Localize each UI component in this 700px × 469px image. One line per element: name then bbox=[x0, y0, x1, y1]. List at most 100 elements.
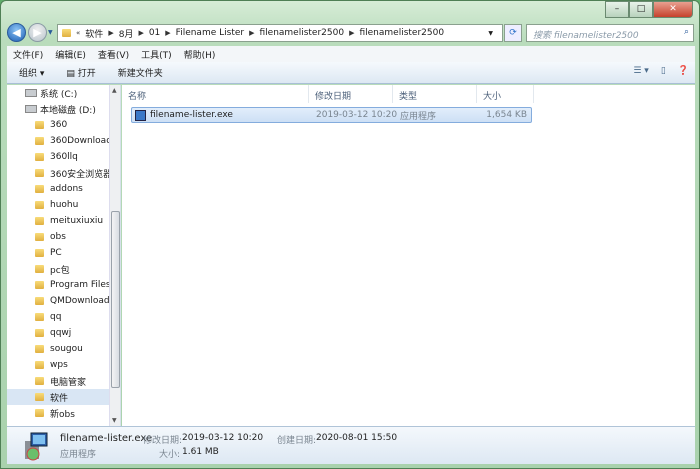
sidebar-folder[interactable]: Program Files bbox=[7, 277, 109, 293]
nav-scrollbar[interactable]: ▲ ▼ bbox=[109, 85, 120, 426]
sidebar-folder[interactable]: 360 bbox=[7, 117, 109, 133]
sidebar-folder[interactable]: qq bbox=[7, 309, 109, 325]
folder-icon bbox=[35, 201, 44, 209]
file-list: 名称 修改日期 类型 大小 filename-lister.exe 2019-0… bbox=[122, 85, 695, 426]
forward-button[interactable]: ▶ bbox=[28, 23, 47, 42]
preview-pane-icon[interactable]: ▯ bbox=[661, 66, 666, 76]
status-modified-label: 修改日期: bbox=[143, 436, 183, 446]
folder-icon bbox=[35, 137, 44, 145]
status-modified: 2019-03-12 10:20 bbox=[182, 433, 264, 443]
drive-icon bbox=[25, 89, 37, 97]
refresh-button[interactable]: ⟳ bbox=[504, 24, 522, 42]
folder-icon bbox=[35, 297, 44, 305]
organize-button[interactable]: 组织 ▾ bbox=[19, 66, 44, 79]
menu-bar: 文件(F) 编辑(E) 查看(V) 工具(T) 帮助(H) bbox=[7, 46, 695, 62]
sidebar-folder[interactable]: wps bbox=[7, 357, 109, 373]
menu-edit[interactable]: 编辑(E) bbox=[55, 48, 86, 61]
sidebar-folder[interactable]: 360llq bbox=[7, 149, 109, 165]
status-file-name: filename-lister.exe bbox=[60, 433, 153, 444]
explorer-window: – □ ✕ ◀ ▶ ▼ « 软件 ▶ 8月 ▶ 01 ▶ Filename Liste… bbox=[0, 0, 700, 469]
search-input[interactable]: 搜索 filenamelister2500 ⌕ bbox=[526, 24, 694, 42]
column-size[interactable]: 大小 bbox=[477, 85, 534, 103]
new-folder-button[interactable]: 新建文件夹 bbox=[118, 66, 163, 79]
sidebar-folder[interactable]: meituxiuxiu bbox=[7, 213, 109, 229]
folder-icon bbox=[35, 265, 44, 273]
help-icon[interactable]: ❓ bbox=[678, 66, 689, 76]
navigation-pane: 系统 (C:) 本地磁盘 (D:) 360360Downloads360llq3… bbox=[7, 85, 121, 426]
menu-file[interactable]: 文件(F) bbox=[13, 48, 43, 61]
sidebar-folder[interactable]: PC bbox=[7, 245, 109, 261]
breadcrumb-4[interactable]: filenamelister2500 bbox=[259, 28, 344, 38]
sidebar-folder[interactable]: 软件 bbox=[7, 389, 109, 405]
folder-icon bbox=[35, 409, 44, 417]
column-type[interactable]: 类型 bbox=[393, 85, 477, 103]
sidebar-folder[interactable]: qqwj bbox=[7, 325, 109, 341]
breadcrumb-5[interactable]: filenamelister2500 bbox=[359, 28, 444, 38]
status-created-label: 创建日期: bbox=[277, 436, 317, 446]
installer-icon bbox=[25, 432, 48, 461]
file-row[interactable]: filename-lister.exe 2019-03-12 10:20 应用程… bbox=[131, 107, 532, 123]
sidebar-folder[interactable]: 电脑管家 bbox=[7, 373, 109, 389]
menu-tools[interactable]: 工具(T) bbox=[141, 48, 172, 61]
folder-icon bbox=[35, 281, 44, 289]
folder-icon bbox=[35, 169, 44, 177]
open-icon: ▤ bbox=[66, 69, 78, 79]
sidebar-folder[interactable]: 360安全浏览器 bbox=[7, 165, 109, 181]
drive-icon bbox=[25, 105, 37, 113]
breadcrumb-3[interactable]: Filename Lister bbox=[176, 28, 244, 38]
details-pane: filename-lister.exe 修改日期: 2019-03-12 10:… bbox=[7, 426, 695, 464]
maximize-button[interactable]: □ bbox=[629, 1, 653, 18]
folder-icon bbox=[62, 29, 71, 37]
sidebar-folder[interactable]: pc包 bbox=[7, 261, 109, 277]
menu-help[interactable]: 帮助(H) bbox=[184, 48, 216, 61]
status-created: 2020-08-01 15:50 bbox=[316, 433, 398, 443]
folder-icon bbox=[35, 233, 44, 241]
breadcrumb-1[interactable]: 8月 bbox=[119, 27, 134, 40]
sidebar-drive-c[interactable]: 系统 (C:) bbox=[7, 85, 109, 101]
recent-pages-dropdown[interactable]: ▼ bbox=[48, 29, 53, 36]
scroll-down-icon: ▼ bbox=[112, 417, 117, 424]
file-size: 1,654 KB bbox=[486, 110, 527, 120]
folder-icon bbox=[35, 377, 44, 385]
sidebar-folder[interactable]: 新obs bbox=[7, 405, 109, 421]
folder-icon bbox=[35, 393, 44, 401]
file-name: filename-lister.exe bbox=[150, 110, 233, 120]
status-size: 1.61 MB bbox=[182, 447, 219, 457]
address-dropdown-icon[interactable]: ▼ bbox=[488, 30, 493, 37]
sidebar-folder[interactable]: huohu bbox=[7, 197, 109, 213]
exe-icon bbox=[135, 109, 146, 121]
folder-icon bbox=[35, 249, 44, 257]
sidebar-folder[interactable]: sougou bbox=[7, 341, 109, 357]
column-name[interactable]: 名称 bbox=[122, 85, 309, 103]
minimize-button[interactable]: – bbox=[605, 1, 629, 18]
sidebar-folder[interactable]: 360Downloads bbox=[7, 133, 109, 149]
status-size-label: 大小: bbox=[159, 450, 181, 460]
folder-icon bbox=[35, 345, 44, 353]
folder-icon bbox=[35, 153, 44, 161]
back-button[interactable]: ◀ bbox=[7, 23, 26, 42]
file-type: 应用程序 bbox=[400, 111, 437, 122]
column-headers: 名称 修改日期 类型 大小 bbox=[122, 85, 534, 103]
scroll-up-icon: ▲ bbox=[112, 87, 117, 94]
file-modified: 2019-03-12 10:20 bbox=[316, 110, 398, 120]
close-button[interactable]: ✕ bbox=[653, 1, 693, 18]
search-icon: ⌕ bbox=[683, 27, 689, 37]
folder-icon bbox=[35, 313, 44, 321]
scrollbar-thumb[interactable] bbox=[111, 211, 120, 388]
folder-icon bbox=[35, 217, 44, 225]
column-modified[interactable]: 修改日期 bbox=[309, 85, 393, 103]
folder-icon bbox=[35, 361, 44, 369]
sidebar-folder[interactable]: addons bbox=[7, 181, 109, 197]
address-bar[interactable]: « 软件 ▶ 8月 ▶ 01 ▶ Filename Lister ▶ filenamel… bbox=[57, 24, 503, 42]
view-options-icon[interactable]: ☰ ▾ bbox=[633, 66, 648, 76]
breadcrumb-2[interactable]: 01 bbox=[149, 28, 160, 38]
command-bar: 组织 ▾ ▤ 打开 新建文件夹 ☰ ▾ ▯ ❓ bbox=[7, 62, 695, 84]
sidebar-folder[interactable]: obs bbox=[7, 229, 109, 245]
open-button[interactable]: ▤ 打开 bbox=[66, 66, 95, 79]
breadcrumb-0[interactable]: 软件 bbox=[85, 27, 103, 40]
sidebar-drive-d[interactable]: 本地磁盘 (D:) bbox=[7, 101, 109, 117]
window-controls: – □ ✕ bbox=[605, 1, 693, 18]
menu-view[interactable]: 查看(V) bbox=[98, 48, 129, 61]
sidebar-folder[interactable]: QMDownload bbox=[7, 293, 109, 309]
folder-icon bbox=[35, 121, 44, 129]
